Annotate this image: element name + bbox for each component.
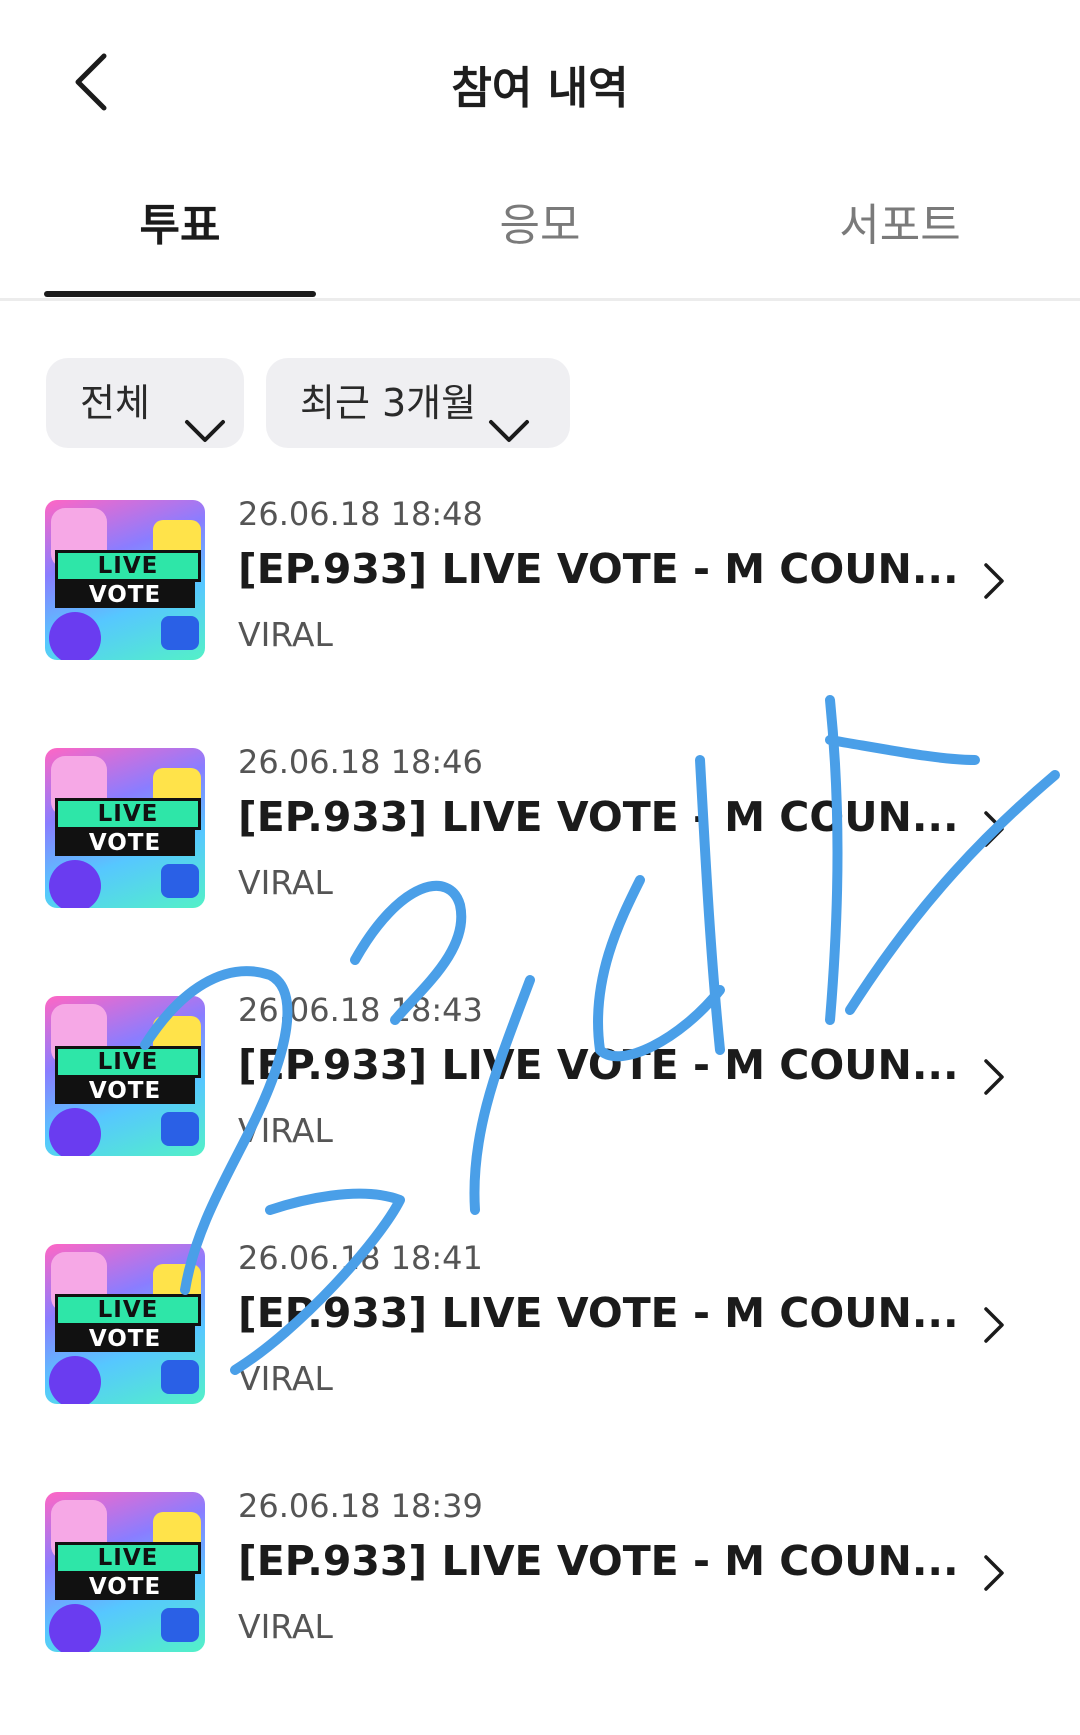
chevron-right-icon: [982, 1305, 1006, 1345]
header: 참여 내역: [0, 0, 1080, 160]
list-item[interactable]: LIVE VOTE 26.06.18 18:43 [EP.933] LIVE V…: [0, 991, 1080, 1239]
tab-vote[interactable]: 투표: [30, 190, 330, 298]
thumbnail-live-text: LIVE: [55, 1046, 201, 1078]
thumbnail-live-text: LIVE: [55, 798, 201, 830]
thumbnail-vote-text: VOTE: [55, 1326, 195, 1352]
item-date: 26.06.18 18:43: [238, 991, 483, 1029]
thumbnail-live-text: LIVE: [55, 1542, 201, 1574]
list-item[interactable]: LIVE VOTE 26.06.18 18:46 [EP.933] LIVE V…: [0, 743, 1080, 991]
chevron-down-icon: [184, 388, 226, 442]
item-category: VIRAL: [238, 863, 333, 902]
item-date: 26.06.18 18:41: [238, 1239, 483, 1277]
period-filter-label: 최근 3개월: [300, 381, 477, 425]
item-date: 26.06.18 18:39: [238, 1487, 483, 1525]
thumbnail-live-text: LIVE: [55, 1294, 201, 1326]
list-item[interactable]: LIVE VOTE 26.06.18 18:48 [EP.933] LIVE V…: [0, 495, 1080, 743]
item-category: VIRAL: [238, 1607, 333, 1646]
chevron-right-icon: [982, 809, 1006, 849]
live-vote-thumbnail: LIVE VOTE: [45, 748, 205, 908]
item-title: [EP.933] LIVE VOTE - M COUN...: [238, 1537, 959, 1585]
participation-list: LIVE VOTE 26.06.18 18:48 [EP.933] LIVE V…: [0, 495, 1080, 1735]
tab-entry[interactable]: 응모: [390, 190, 690, 298]
type-filter-dropdown[interactable]: 전체: [46, 358, 244, 448]
item-date: 26.06.18 18:48: [238, 495, 483, 533]
period-filter-dropdown[interactable]: 최근 3개월: [266, 358, 570, 448]
list-item[interactable]: LIVE VOTE 26.06.18 18:41 [EP.933] LIVE V…: [0, 1239, 1080, 1487]
item-title: [EP.933] LIVE VOTE - M COUN...: [238, 545, 959, 593]
active-tab-indicator: [44, 291, 316, 297]
chevron-right-icon: [982, 1553, 1006, 1593]
item-category: VIRAL: [238, 615, 333, 654]
item-title: [EP.933] LIVE VOTE - M COUN...: [238, 793, 959, 841]
item-date: 26.06.18 18:46: [238, 743, 483, 781]
chevron-down-icon: [488, 388, 530, 442]
live-vote-thumbnail: LIVE VOTE: [45, 996, 205, 1156]
thumbnail-live-text: LIVE: [55, 550, 201, 582]
live-vote-thumbnail: LIVE VOTE: [45, 500, 205, 660]
item-category: VIRAL: [238, 1111, 333, 1150]
type-filter-label: 전체: [80, 381, 150, 425]
live-vote-thumbnail: LIVE VOTE: [45, 1492, 205, 1652]
thumbnail-vote-text: VOTE: [55, 582, 195, 608]
tab-bar: 투표 응모 서포트: [0, 190, 1080, 301]
tab-support[interactable]: 서포트: [750, 190, 1050, 298]
page-title: 참여 내역: [451, 63, 629, 114]
thumbnail-vote-text: VOTE: [55, 1078, 195, 1104]
thumbnail-vote-text: VOTE: [55, 1574, 195, 1600]
chevron-right-icon: [982, 1057, 1006, 1097]
thumbnail-vote-text: VOTE: [55, 830, 195, 856]
list-item[interactable]: LIVE VOTE 26.06.18 18:39 [EP.933] LIVE V…: [0, 1487, 1080, 1735]
live-vote-thumbnail: LIVE VOTE: [45, 1244, 205, 1404]
chevron-right-icon: [982, 561, 1006, 601]
item-category: VIRAL: [238, 1359, 333, 1398]
item-title: [EP.933] LIVE VOTE - M COUN...: [238, 1041, 959, 1089]
item-title: [EP.933] LIVE VOTE - M COUN...: [238, 1289, 959, 1337]
